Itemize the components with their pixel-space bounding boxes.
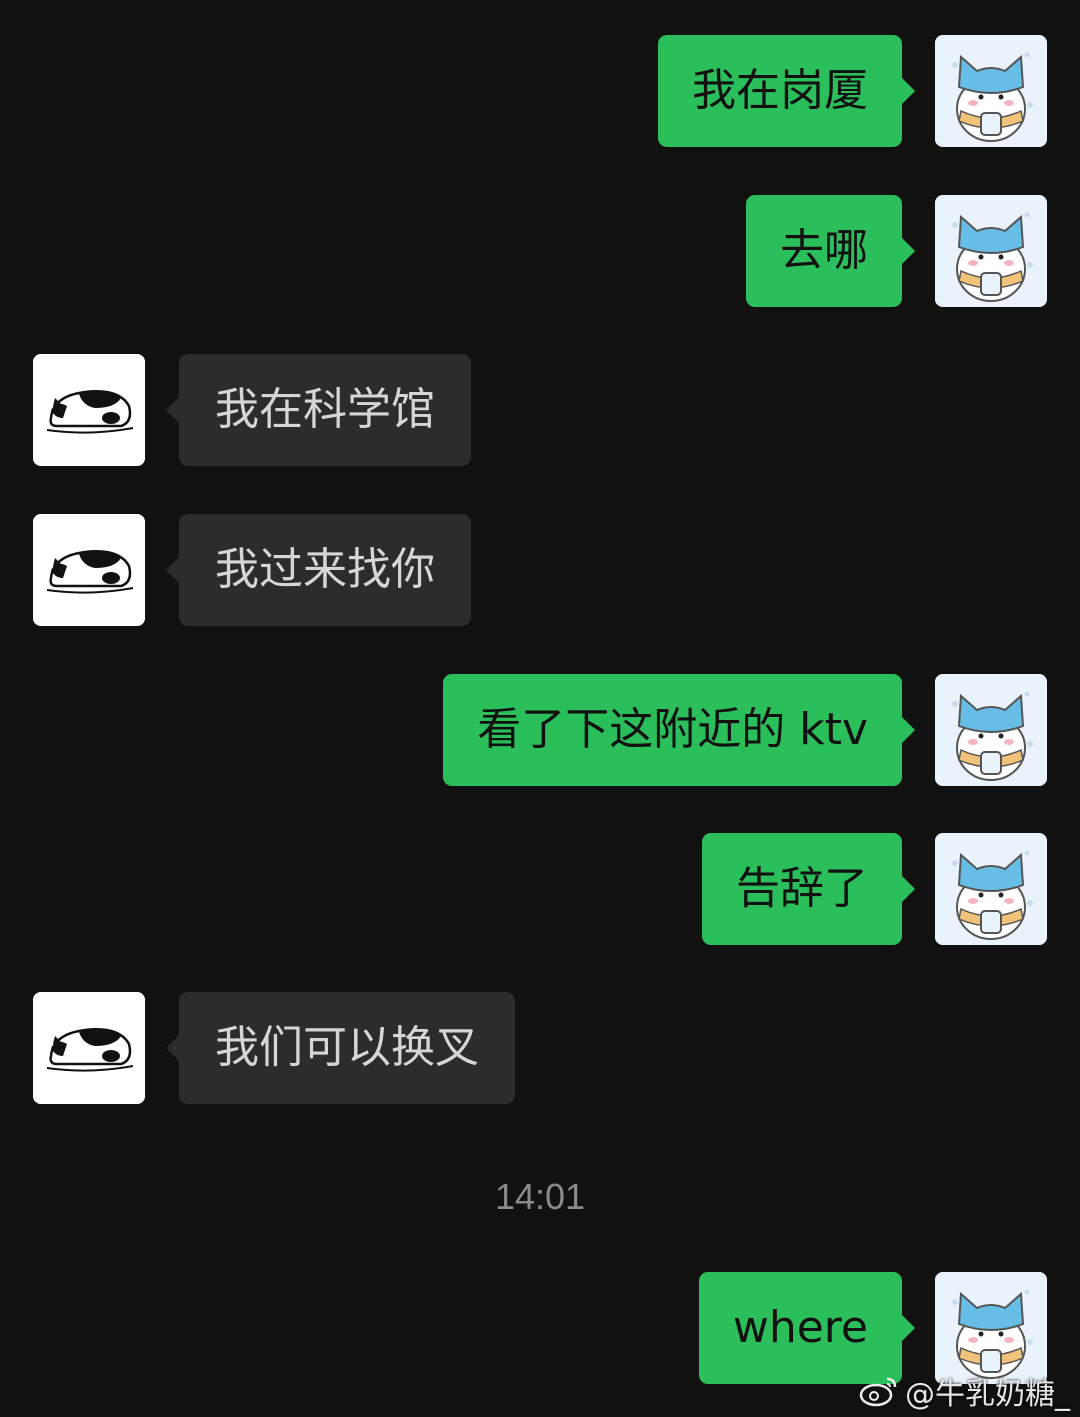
my-message-bubble[interactable]: 去哪 [746,195,915,307]
my-avatar[interactable] [935,833,1047,945]
my-message-bubble[interactable]: 看了下这附近的 ktv [443,674,915,786]
watermark-text: @牛乳奶糖_ [905,1377,1070,1412]
message-row-them: 我们可以换叉 [0,992,1080,1104]
weibo-icon [859,1377,897,1407]
blue-cat-sticker-icon [935,833,1047,945]
blue-cat-sticker-icon [935,1272,1047,1384]
my-message-bubble[interactable]: 告辞了 [702,833,915,945]
sleeping-cat-icon [33,354,145,466]
their-avatar[interactable] [33,354,145,466]
my-message-bubble[interactable]: where [698,1272,916,1384]
blue-cat-sticker-icon [935,35,1047,147]
my-avatar[interactable] [935,674,1047,786]
message-row-me: 我在岗厦 [0,35,1080,147]
message-row-me: 告辞了 [0,833,1080,945]
sleeping-cat-icon [33,992,145,1104]
my-avatar[interactable] [935,195,1047,307]
chat-timestamp: 14:01 [494,1176,586,1217]
their-avatar[interactable] [33,514,145,626]
message-row-them: 我过来找你 [0,514,1080,626]
their-avatar[interactable] [33,992,145,1104]
my-avatar[interactable] [935,1272,1047,1384]
their-message-bubble[interactable]: 我在科学馆 [166,354,471,466]
message-row-me: where [0,1272,1080,1384]
their-message-bubble[interactable]: 我们可以换叉 [166,992,515,1104]
their-message-bubble[interactable]: 我过来找你 [166,514,471,626]
sleeping-cat-icon [33,514,145,626]
my-message-bubble[interactable]: 我在岗厦 [658,35,915,147]
message-row-me: 去哪 [0,195,1080,307]
blue-cat-sticker-icon [935,195,1047,307]
message-row-me: 看了下这附近的 ktv [0,674,1080,786]
message-row-them: 我在科学馆 [0,354,1080,466]
my-avatar[interactable] [935,35,1047,147]
weibo-watermark: @牛乳奶糖_ [859,1369,1070,1413]
blue-cat-sticker-icon [935,674,1047,786]
